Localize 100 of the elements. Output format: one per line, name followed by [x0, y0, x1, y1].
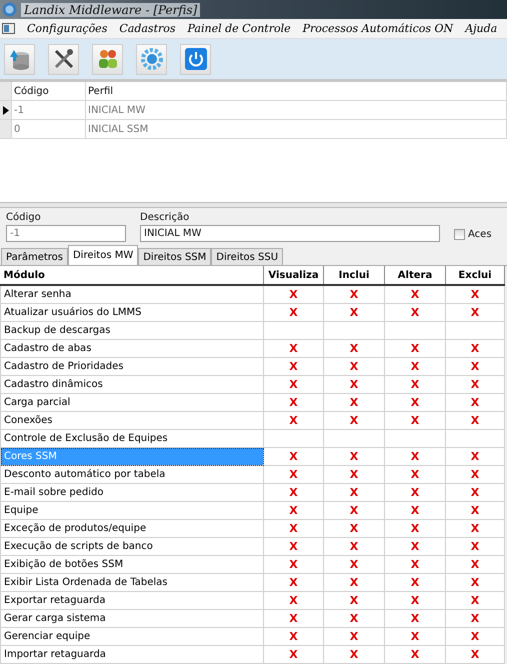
table-cell: X — [446, 285, 504, 304]
table-cell: X — [384, 358, 446, 376]
table-cell: X — [384, 340, 446, 358]
table-cell: X — [446, 538, 504, 556]
table-cell[interactable]: Cadastro dinâmicos — [0, 376, 264, 394]
code-field[interactable]: -1 — [6, 225, 126, 242]
table-cell: X — [264, 394, 324, 412]
table-cell[interactable]: Importar retaguarda — [0, 646, 264, 664]
table-cell[interactable]: Exportar retaguarda — [0, 592, 264, 610]
menu-item[interactable]: Configurações — [27, 22, 108, 35]
table-cell: X — [264, 285, 324, 304]
column-header: Perfil — [86, 82, 507, 100]
table-cell: X — [384, 448, 446, 466]
table-cell: X — [446, 412, 504, 430]
table-cell: X — [384, 466, 446, 484]
table-cell: X — [324, 358, 384, 376]
table-cell[interactable]: Carga parcial — [0, 394, 264, 412]
table-cell[interactable]: Alterar senha — [0, 285, 264, 304]
column-header: Inclui — [324, 266, 384, 285]
table-cell: INICIAL SSM — [86, 120, 507, 138]
table-cell: X — [264, 592, 324, 610]
table-cell: X — [264, 358, 324, 376]
table-cell: X — [384, 285, 446, 304]
table-cell: X — [264, 646, 324, 664]
table-cell: X — [384, 610, 446, 628]
table-cell[interactable]: Exceção de produtos/equipe — [0, 520, 264, 538]
table-cell: X — [324, 448, 384, 466]
table-cell: X — [384, 556, 446, 574]
table-cell: X — [446, 466, 504, 484]
table-cell: X — [384, 520, 446, 538]
table-cell[interactable]: E-mail sobre pedido — [0, 484, 264, 502]
power-icon — [184, 47, 208, 71]
table-cell: X — [446, 448, 504, 466]
row-indicator[interactable] — [0, 101, 12, 119]
table-cell: X — [264, 520, 324, 538]
table-cell[interactable]: Cadastro de Prioridades — [0, 358, 264, 376]
table-cell[interactable]: Exibir Lista Ordenada de Tabelas — [0, 574, 264, 592]
table-cell: X — [264, 538, 324, 556]
gear-icon — [140, 47, 164, 71]
table-cell: X — [264, 610, 324, 628]
toolbar-button[interactable] — [92, 44, 123, 74]
table-cell[interactable]: Gerenciar equipe — [0, 628, 264, 646]
table-cell: X — [446, 358, 504, 376]
column-header: Altera — [384, 266, 446, 285]
table-cell: X — [324, 285, 384, 304]
table-cell: X — [324, 466, 384, 484]
field-label: Código — [6, 212, 42, 223]
table-cell: 0 — [12, 120, 86, 138]
app-logo-icon — [2, 2, 17, 17]
table-cell: X — [324, 304, 384, 322]
toolbar-button[interactable] — [48, 44, 79, 74]
table-cell: X — [384, 628, 446, 646]
table-cell: X — [384, 592, 446, 610]
table-cell: X — [324, 538, 384, 556]
toolbar-button[interactable] — [180, 44, 211, 74]
table-cell: X — [324, 502, 384, 520]
table-cell[interactable]: Execução de scripts de banco — [0, 538, 264, 556]
table-cell[interactable]: Desconto automático por tabela — [0, 466, 264, 484]
table-cell: X — [264, 340, 324, 358]
column-header: Exclui — [446, 266, 504, 285]
tab[interactable]: Direitos SSM — [138, 248, 212, 265]
table-cell: X — [264, 448, 324, 466]
checkbox[interactable] — [454, 229, 465, 240]
table-cell: X — [384, 574, 446, 592]
table-cell: X — [324, 412, 384, 430]
table-cell: X — [446, 646, 504, 664]
tab[interactable]: Direitos MW — [68, 245, 138, 265]
table-cell[interactable]: Gerar carga sistema — [0, 610, 264, 628]
menu-item[interactable]: Ajuda — [465, 22, 498, 35]
table-cell: X — [324, 556, 384, 574]
column-header: Módulo — [0, 266, 264, 285]
table-cell: X — [324, 394, 384, 412]
table-cell[interactable]: Cadastro de abas — [0, 340, 264, 358]
table-cell[interactable]: Equipe — [0, 502, 264, 520]
table-cell: X — [384, 304, 446, 322]
table-cell[interactable]: Backup de descargas — [0, 322, 264, 340]
field-label: Descrição — [140, 212, 190, 223]
tab[interactable]: Direitos SSU — [211, 248, 284, 265]
table-cell[interactable]: Exibição de botões SSM — [0, 556, 264, 574]
table-cell[interactable]: Atualizar usuários do LMMS — [0, 304, 264, 322]
table-cell: X — [384, 502, 446, 520]
window-menu-icon[interactable] — [2, 23, 15, 34]
column-header: Código — [12, 82, 86, 100]
table-cell: X — [446, 304, 504, 322]
table-cell: X — [446, 376, 504, 394]
table-cell: X — [384, 646, 446, 664]
menu-item[interactable]: Painel de Controle — [188, 22, 291, 35]
table-cell[interactable]: Conexões — [0, 412, 264, 430]
table-cell: X — [446, 610, 504, 628]
table-cell: X — [446, 484, 504, 502]
checkbox-label: Aces — [468, 229, 492, 240]
table-cell: X — [264, 466, 324, 484]
menu-item[interactable]: Processos Automáticos ON — [302, 22, 454, 35]
window-title: Landix Middleware - [Perfis] — [21, 2, 200, 16]
description-field[interactable]: INICIAL MW — [140, 225, 440, 242]
menu-item[interactable]: Cadastros — [119, 22, 176, 35]
table-cell: X — [324, 340, 384, 358]
table-cell: -1 — [12, 101, 86, 119]
table-cell: X — [446, 556, 504, 574]
tab[interactable]: Parâmetros — [1, 248, 68, 265]
